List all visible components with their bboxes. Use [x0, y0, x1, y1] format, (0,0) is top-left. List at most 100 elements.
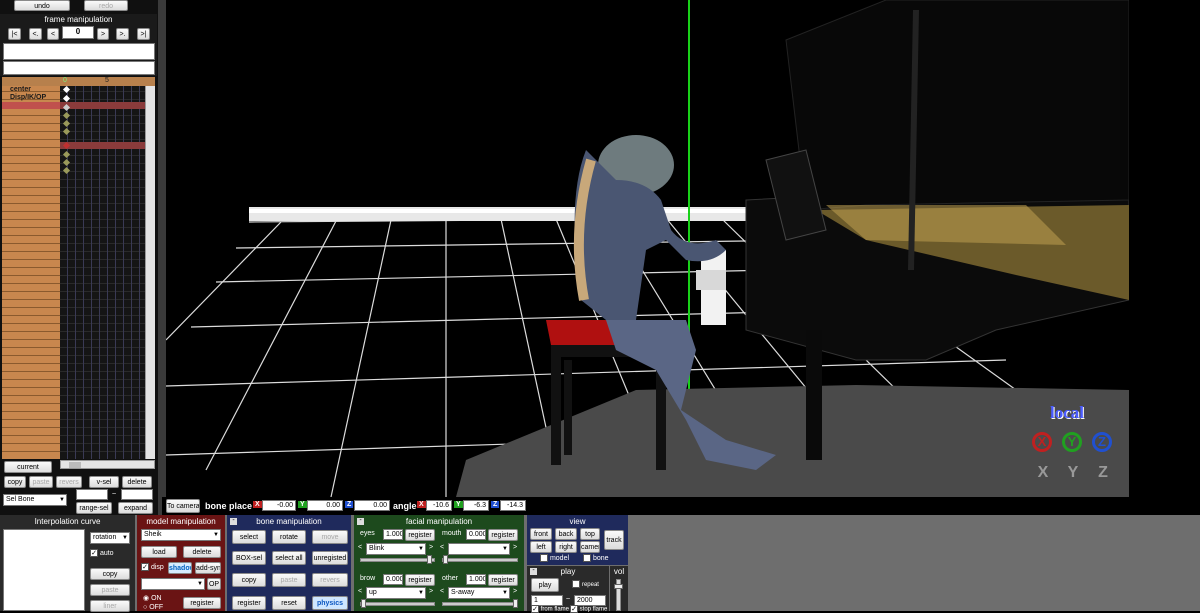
eyes-value-input[interactable]: 1.000 [383, 529, 403, 540]
axis-x-move-icon[interactable]: X [1032, 464, 1054, 484]
physics-button[interactable]: physics [312, 596, 348, 610]
timeline-copy-button[interactable]: copy [4, 476, 26, 488]
view-bone-checkbox[interactable]: bone [583, 554, 609, 562]
sel-bone-dropdown[interactable]: Sel Bone ▼ [3, 494, 67, 506]
timeline-hscroll[interactable] [60, 460, 155, 469]
brow-slider[interactable] [360, 599, 435, 608]
next-frame-button[interactable]: > [97, 28, 109, 40]
view-right-button[interactable]: right [555, 541, 577, 553]
timeline-paste-button[interactable]: paste [29, 476, 53, 488]
unregisted-button[interactable]: unregisted [312, 551, 348, 565]
brow-register-button[interactable]: register [405, 574, 435, 586]
eyes-next[interactable]: > [429, 544, 433, 551]
interpolation-mode-dropdown[interactable]: rotation ▼ [90, 532, 130, 544]
brow-value-input[interactable]: 0.000 [383, 574, 403, 585]
other-prev[interactable]: < [440, 588, 444, 595]
on-radio[interactable]: ◉ ON [143, 594, 162, 602]
box-sel-button[interactable]: BOX-sel [232, 551, 266, 565]
view-front-button[interactable]: front [530, 528, 552, 540]
interpolation-curve-canvas[interactable] [3, 529, 85, 611]
axis-z-move-icon[interactable]: Z [1092, 464, 1114, 484]
angle-x-input[interactable]: -10.6 [426, 500, 452, 511]
eyes-register-button[interactable]: register [405, 529, 435, 541]
view-track-button[interactable]: track [604, 530, 624, 550]
op-button[interactable]: OP [207, 578, 221, 590]
pos-z-input[interactable]: 0.00 [354, 500, 390, 511]
prev-frame-button[interactable]: < [47, 28, 59, 40]
model-delete-button[interactable]: delete [183, 546, 221, 558]
interp-copy-button[interactable]: copy [90, 568, 130, 580]
view-camera-button[interactable]: camer [580, 541, 600, 553]
axis-y-rotate-icon[interactable]: Y [1062, 432, 1082, 452]
select-all-button[interactable]: select all [272, 551, 306, 565]
view-back-button[interactable]: back [555, 528, 577, 540]
timeline-row-disp[interactable]: Disp/IK/OP [10, 94, 46, 101]
model-select-dropdown[interactable]: Sheik ▼ [141, 529, 221, 541]
brow-next[interactable]: > [429, 588, 433, 595]
last-frame-button[interactable]: >| [137, 28, 150, 40]
axis-y-move-icon[interactable]: Y [1062, 464, 1084, 484]
other-register-button[interactable]: register [488, 574, 518, 586]
bone-move-button[interactable]: move [312, 530, 348, 544]
other-value-input[interactable]: 1.000 [466, 574, 486, 585]
bone-register-button[interactable]: register [232, 596, 266, 610]
eyes-prev[interactable]: < [358, 544, 362, 551]
angle-y-input[interactable]: -6.3 [463, 500, 489, 511]
mouth-slider[interactable] [442, 555, 518, 564]
timeline-vscroll[interactable] [145, 86, 155, 459]
interp-liner-button[interactable]: liner [90, 600, 130, 612]
auto-checkbox[interactable]: ✓ auto [90, 549, 114, 557]
disp-checkbox[interactable]: ✓ disp [141, 563, 164, 571]
axis-z-rotate-icon[interactable]: Z [1092, 432, 1112, 452]
bone-select-button[interactable]: select [232, 530, 266, 544]
bone-paste-button[interactable]: paste [272, 573, 306, 587]
timeline-delete-button[interactable]: delete [122, 476, 152, 488]
3d-viewport[interactable]: local X Y Z X Y Z [166, 0, 1129, 497]
bone-reset-button[interactable]: reset [272, 596, 306, 610]
first-frame-button[interactable]: |< [8, 28, 21, 40]
bone-revers-button[interactable]: revers [312, 573, 348, 587]
timeline-row-center[interactable]: center [10, 86, 31, 93]
range-from-input[interactable] [76, 489, 108, 500]
undo-button[interactable]: undo [14, 0, 70, 11]
angle-z-input[interactable]: -14.3 [500, 500, 526, 511]
play-button[interactable]: play [531, 578, 559, 592]
other-next[interactable]: > [513, 588, 517, 595]
mouth-value-input[interactable]: 0.000 [466, 529, 486, 540]
pos-y-input[interactable]: 0.00 [307, 500, 343, 511]
model-register-button[interactable]: register [183, 597, 221, 609]
timeline[interactable]: 0 5 center Disp/IK/OP [2, 77, 155, 459]
model-load-button[interactable]: load [141, 546, 177, 558]
add-syn-button[interactable]: add-syn [195, 562, 221, 574]
interp-paste-button[interactable]: paste [90, 584, 130, 596]
bone-rotate-button[interactable]: rotate [272, 530, 306, 544]
bone-copy-button[interactable]: copy [232, 573, 266, 587]
mouth-next[interactable]: > [513, 544, 517, 551]
expand-button[interactable]: expand [118, 502, 153, 514]
mouth-register-button[interactable]: register [488, 529, 518, 541]
to-camera-button[interactable]: To camera [166, 499, 200, 513]
range-sel-button[interactable]: range-sel [76, 502, 112, 514]
timeline-revers-button[interactable]: revers [56, 476, 82, 488]
eyes-slider[interactable] [360, 555, 435, 564]
axis-x-rotate-icon[interactable]: X [1032, 432, 1052, 452]
accessory-dropdown[interactable]: ▼ [141, 578, 205, 590]
other-morph-dropdown[interactable]: S-away ▼ [448, 587, 510, 599]
view-top-button[interactable]: top [580, 528, 600, 540]
repeat-checkbox[interactable]: repeat [572, 580, 599, 588]
mouth-prev[interactable]: < [440, 544, 444, 551]
mouth-morph-dropdown[interactable]: ▼ [448, 543, 510, 555]
volume-slider[interactable] [614, 579, 623, 611]
view-left-button[interactable]: left [530, 541, 552, 553]
current-button[interactable]: current [4, 461, 52, 473]
other-slider[interactable] [442, 599, 518, 608]
brow-prev[interactable]: < [358, 588, 362, 595]
from-frame-checkbox[interactable]: ✓ from flame [531, 605, 569, 613]
view-model-checkbox[interactable]: model [540, 554, 569, 562]
brow-morph-dropdown[interactable]: up ▼ [366, 587, 426, 599]
redo-button[interactable]: redo [84, 0, 128, 11]
eyes-morph-dropdown[interactable]: Blink ▼ [366, 543, 426, 555]
off-radio[interactable]: ○ OFF [143, 604, 163, 611]
next-key-button[interactable]: >. [116, 28, 129, 40]
pos-x-input[interactable]: -0.00 [262, 500, 296, 511]
